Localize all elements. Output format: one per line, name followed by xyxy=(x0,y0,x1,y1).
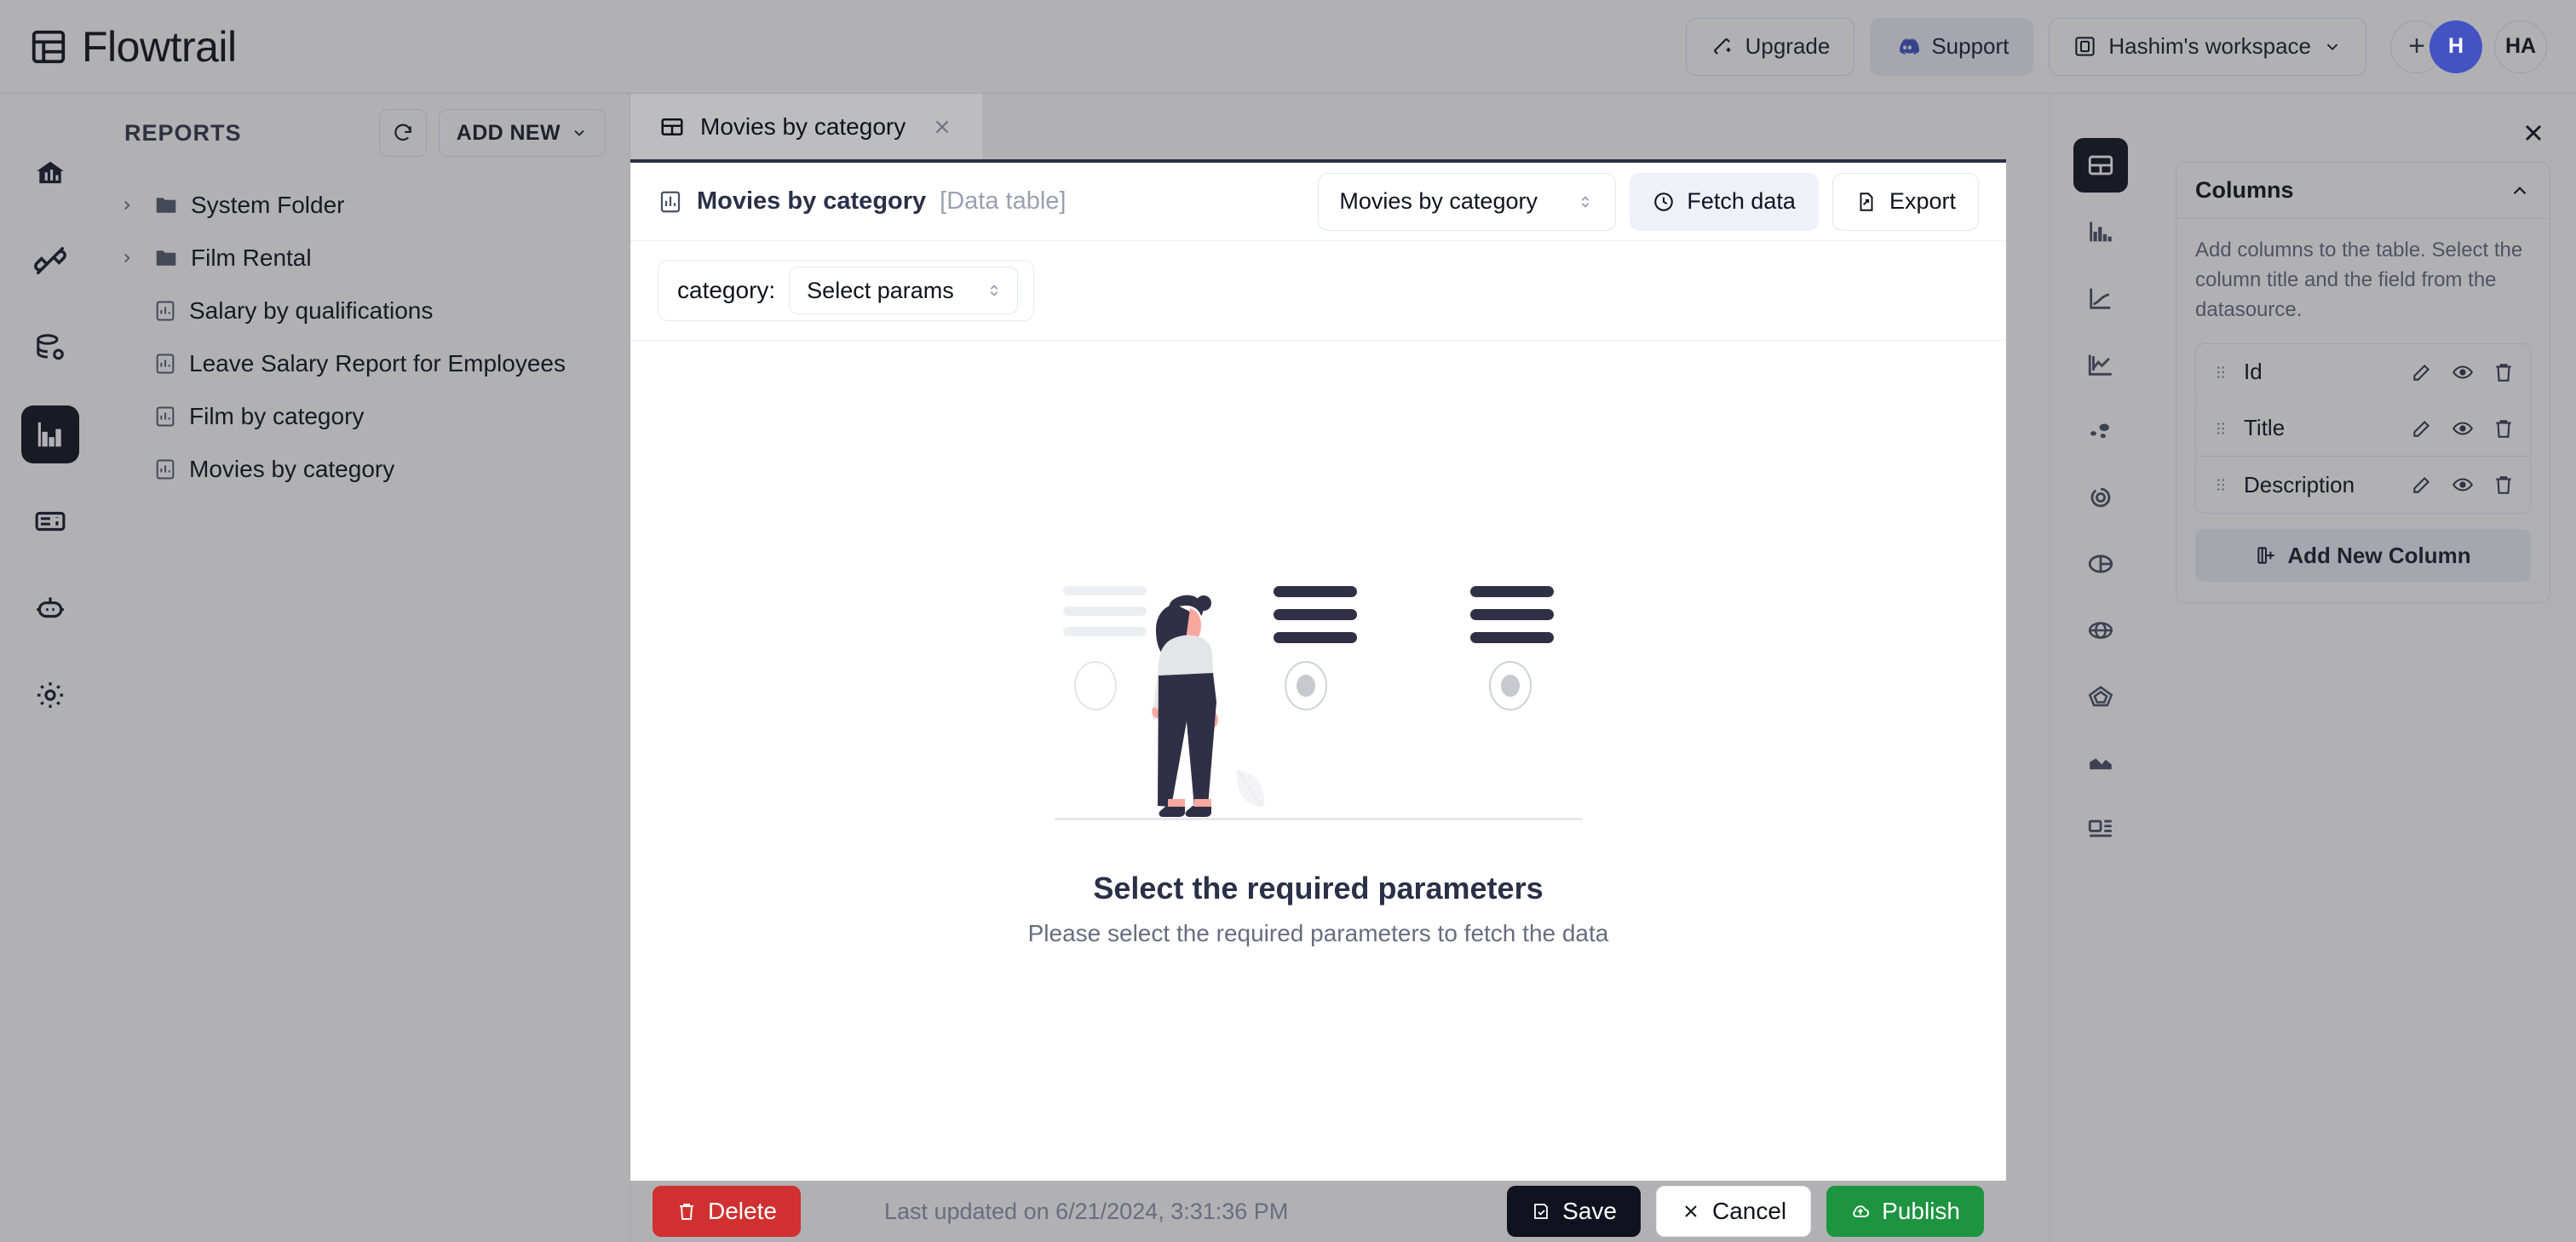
export-label: Export xyxy=(1889,188,1956,214)
person-choosing-options-illustration xyxy=(1054,574,1583,821)
delete-label: Delete xyxy=(708,1198,777,1224)
parameter-group-category: category: Select params xyxy=(658,260,1034,321)
chevron-updown-icon xyxy=(1576,193,1595,211)
modal-title-suffix: [Data table] xyxy=(940,187,1067,215)
trash-icon xyxy=(676,1201,697,1222)
modal-header: Movies by category [Data table] Movies b… xyxy=(630,163,2006,241)
modal-footer: Delete Last updated on 6/21/2024, 3:31:3… xyxy=(630,1181,2006,1242)
publish-cloud-icon xyxy=(1850,1201,1871,1222)
table-icon xyxy=(659,114,685,140)
close-icon xyxy=(1681,1201,1701,1222)
tab-movies-by-category[interactable]: Movies by category xyxy=(630,94,983,159)
parameter-label: category: xyxy=(677,277,776,303)
empty-state-subtitle: Please select the required parameters to… xyxy=(1027,920,1609,946)
select-params-dropdown[interactable]: Select params xyxy=(789,267,1018,314)
publish-label: Publish xyxy=(1882,1198,1960,1224)
parameters-row: category: Select params xyxy=(630,241,2006,341)
bar-chart-box-icon xyxy=(658,189,683,215)
cancel-button[interactable]: Cancel xyxy=(1655,1186,1812,1237)
publish-button[interactable]: Publish xyxy=(1826,1186,1984,1237)
app-root: Flowtrail Upgrade Support Hashim's works… xyxy=(0,0,2576,1242)
cancel-label: Cancel xyxy=(1711,1198,1787,1224)
select-params-value: Select params xyxy=(807,277,954,303)
export-button[interactable]: Export xyxy=(1831,172,1979,231)
avatar[interactable]: H xyxy=(2429,20,2482,73)
fetch-data-button[interactable]: Fetch data xyxy=(1630,172,1819,231)
delete-button[interactable]: Delete xyxy=(653,1186,801,1237)
export-file-icon xyxy=(1855,191,1877,213)
tab-label: Movies by category xyxy=(700,112,906,140)
save-icon xyxy=(1531,1201,1551,1222)
tab-strip: Movies by category xyxy=(630,94,2006,159)
datasource-select[interactable]: Movies by category xyxy=(1318,172,1617,231)
empty-state-title: Select the required parameters xyxy=(1093,871,1544,906)
modal-title: Movies by category [Data table] xyxy=(658,187,1066,216)
report-editor-modal: Movies by category [Data table] Movies b… xyxy=(630,159,2006,1181)
save-label: Save xyxy=(1562,1198,1617,1224)
report-canvas: Select the required parameters Please se… xyxy=(630,341,2006,1181)
modal-title-text: Movies by category xyxy=(697,187,927,215)
save-button[interactable]: Save xyxy=(1507,1186,1641,1237)
last-updated-text: Last updated on 6/21/2024, 3:31:36 PM xyxy=(883,1198,1289,1224)
datasource-value: Movies by category xyxy=(1339,188,1538,214)
close-icon[interactable] xyxy=(931,116,953,138)
play-circle-icon xyxy=(1653,191,1675,213)
chevron-updown-icon xyxy=(985,281,1003,300)
fetch-data-label: Fetch data xyxy=(1687,188,1796,214)
modal-header-actions: Movies by category Fetch data Export xyxy=(1318,172,1979,231)
